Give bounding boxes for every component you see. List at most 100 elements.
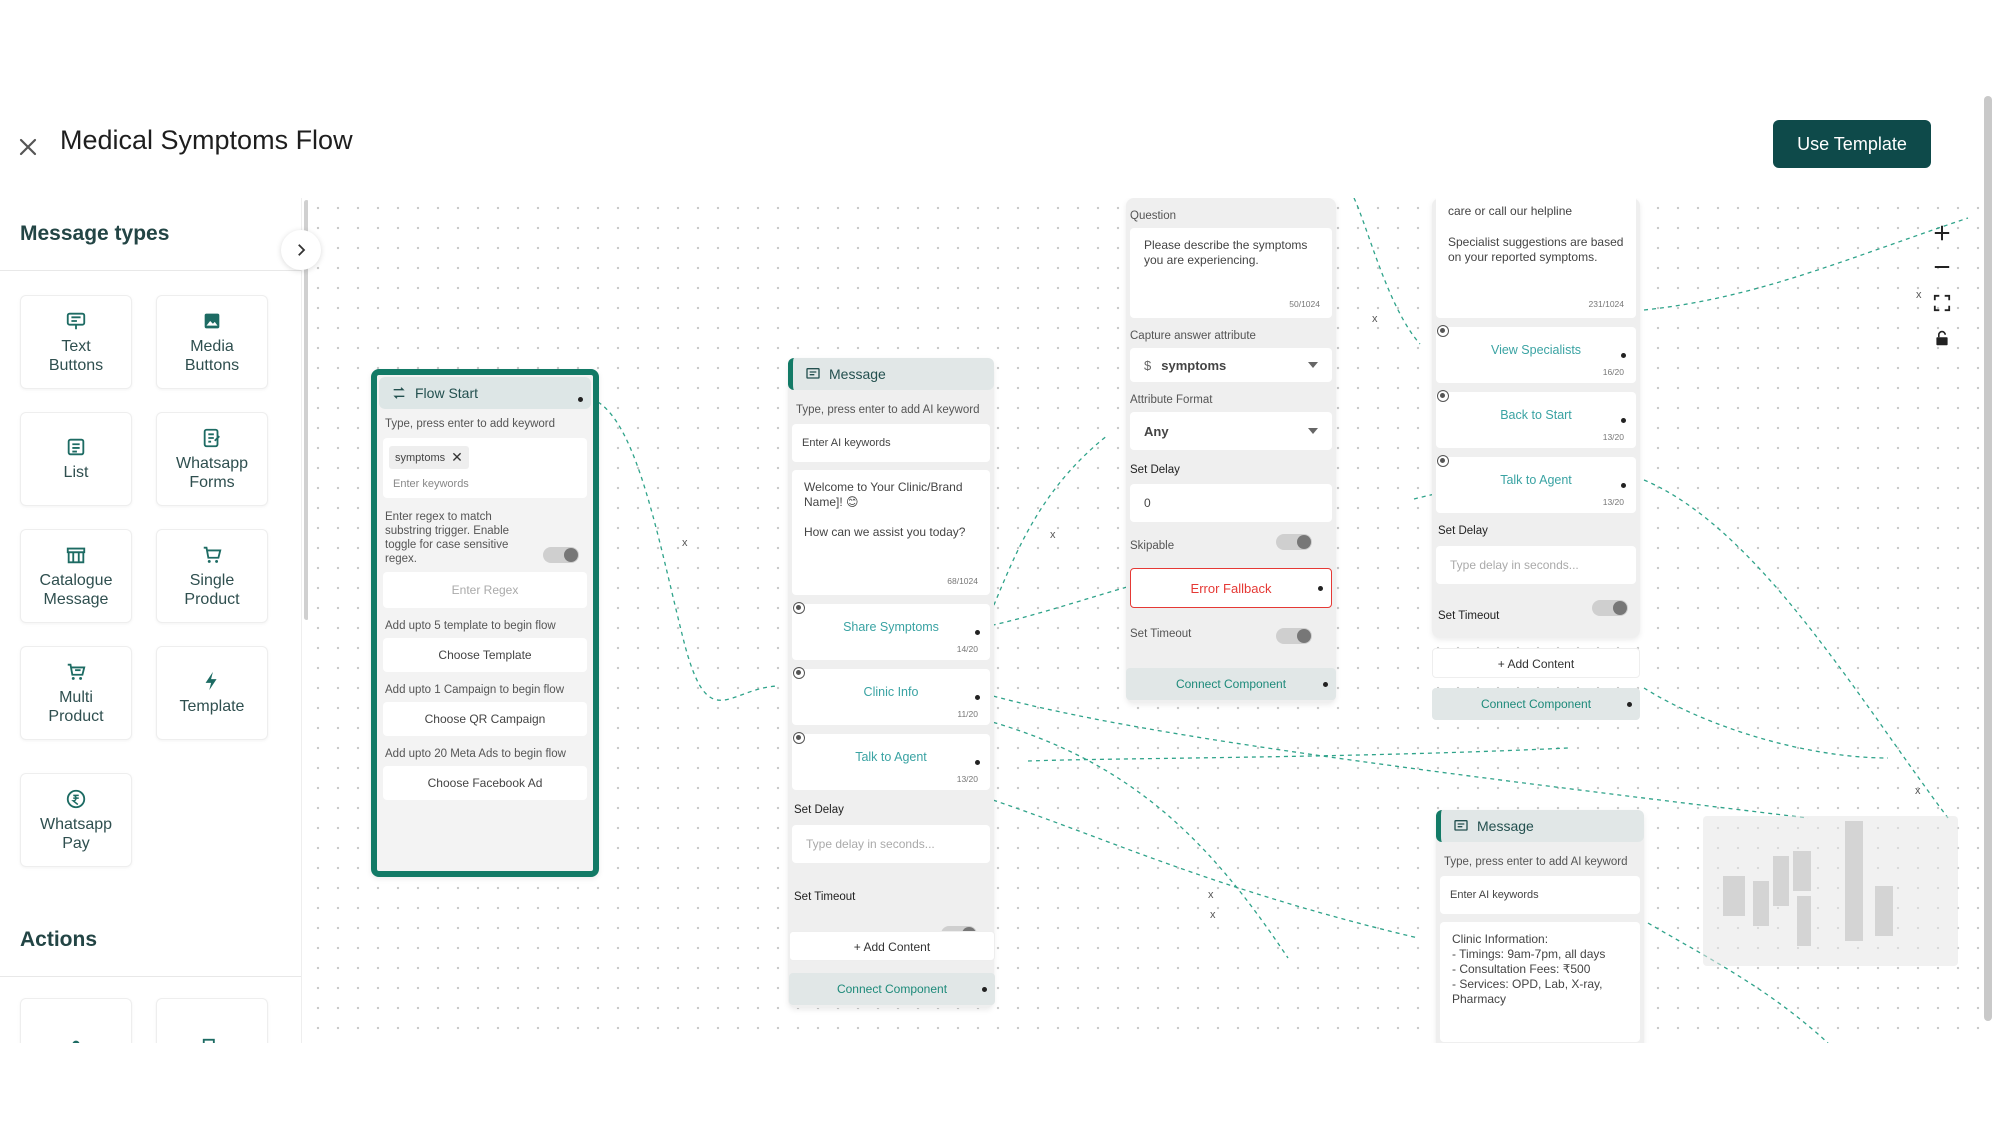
specialist-message-node[interactable]: care or call our helpline Specialist sug… [1432,198,1640,638]
tile-multi-product[interactable]: Multi Product [20,646,132,740]
keyword-box[interactable]: symptoms ✕ Enter keywords [383,438,587,498]
ai-keyword-input[interactable]: Enter AI keywords [1440,876,1640,914]
lightning-icon [205,671,217,691]
flow-icon [393,387,405,399]
button-back-to-start[interactable]: Back to Start 13/20 [1436,390,1636,448]
button-talk-to-agent[interactable]: Talk to Agent 13/20 [1436,455,1636,513]
tile-label: Text Buttons [48,337,104,374]
handle-dot[interactable] [1621,353,1626,358]
zoom-in-button[interactable] [1925,218,1959,248]
question-node[interactable]: Question Please describe the symptoms yo… [1126,198,1336,703]
tile-label: Whatsapp Pay [39,815,113,852]
case-sensitive-toggle[interactable] [543,547,579,563]
zoom-out-button[interactable] [1925,252,1959,282]
tile-catalogue-message[interactable]: Catalogue Message [20,529,132,623]
delay-input[interactable]: Type delay in seconds... [1436,546,1636,584]
tile-text-buttons[interactable]: Text Buttons [20,295,132,389]
capture-attribute-select[interactable]: $ symptoms [1130,348,1332,382]
text-buttons-icon [66,312,86,329]
handle-dot[interactable] [975,630,980,635]
connect-component-button[interactable]: Connect Component [1432,688,1640,720]
tile-media-buttons[interactable]: Media Buttons [156,295,268,389]
tile-list[interactable]: List [20,412,132,506]
lock-button[interactable] [1925,323,1959,353]
button-label: Back to Start [1500,408,1572,422]
collapse-sidebar-button[interactable] [281,230,321,270]
delay-input[interactable]: 0 [1130,484,1332,522]
handle-dot[interactable] [975,695,980,700]
handle-dot[interactable] [1621,483,1626,488]
connect-label: Connect Component [1480,697,1592,711]
timeout-toggle[interactable] [1276,628,1312,644]
handle-dot[interactable] [1318,586,1323,591]
connect-label: Connect Component [836,982,948,996]
tile-whatsapp-forms[interactable]: Whatsapp Forms [156,412,268,506]
close-icon[interactable] [16,135,40,159]
node-title: Flow Start [415,385,479,401]
message-text-box[interactable]: Clinic Information: - Timings: 9am-7pm, … [1440,922,1640,1042]
char-count: 231/1024 [1588,299,1624,309]
fit-view-button[interactable] [1925,288,1959,318]
button-talk-to-agent[interactable]: Talk to Agent 13/20 [792,732,990,790]
tile-whatsapp-pay[interactable]: Whatsapp Pay [20,773,132,867]
skipable-toggle[interactable] [1276,534,1312,550]
tile-action-document[interactable] [156,998,268,1043]
minus-icon [1934,266,1950,268]
question-label: Question [1130,210,1177,222]
message-text-box[interactable]: care or call our helpline Specialist sug… [1436,198,1636,318]
message-icon [806,368,820,379]
sidebar: Message types Text Buttons Media Buttons… [0,198,302,1043]
message-text-line: - Timings: 9am-7pm, all days [1452,947,1606,961]
button-handle-icon [793,667,805,679]
ai-keyword-input[interactable]: Enter AI keywords [792,424,990,462]
choose-qr-campaign-button[interactable]: Choose QR Campaign [383,702,587,736]
handle-dot[interactable] [975,760,980,765]
regex-input[interactable]: Enter Regex [383,572,587,608]
node-title: Message [829,366,886,382]
error-fallback-label: Error Fallback [1190,581,1272,596]
svg-text:x: x [682,537,688,549]
page-scrollbar[interactable] [1984,96,1992,1021]
button-share-symptoms[interactable]: Share Symptoms 14/20 [792,602,990,660]
flow-canvas[interactable]: xxxxxxx Flow Start Type, press enter to … [308,198,1980,1043]
delay-input[interactable]: Type delay in seconds... [792,825,990,863]
tile-template[interactable]: Template [156,646,268,740]
keyword-input[interactable]: Enter keywords [393,478,469,490]
add-content-button[interactable]: + Add Content [789,931,995,961]
divider [0,976,301,977]
set-delay-label: Set Delay [1130,464,1180,476]
message-text-line: How can we assist you today? [804,525,966,539]
question-text-box[interactable]: Please describe the symptoms you are exp… [1130,228,1332,318]
tile-single-product[interactable]: Single Product [156,529,268,623]
catalogue-icon [66,547,86,563]
attribute-format-select[interactable]: Any [1130,412,1332,450]
handle-dot[interactable] [1621,418,1626,423]
minimap[interactable] [1703,816,1958,966]
handle-dot[interactable] [578,397,583,402]
timeout-toggle[interactable] [1592,600,1628,616]
flow-start-node[interactable]: Flow Start Type, press enter to add keyw… [371,369,599,877]
button-handle-icon [1437,455,1449,467]
handle-dot[interactable] [982,987,987,992]
button-view-specialists[interactable]: View Specialists 16/20 [1436,325,1636,383]
choose-template-button[interactable]: Choose Template [383,638,587,672]
button-label: Talk to Agent [1500,473,1572,487]
message-node[interactable]: Message Type, press enter to add AI keyw… [788,358,994,1008]
caret-down-icon [1308,362,1318,368]
button-clinic-info[interactable]: Clinic Info 11/20 [792,667,990,725]
rupee-icon [66,789,86,808]
connect-component-button[interactable]: Connect Component [1126,668,1336,700]
list-icon [67,438,85,456]
message-node[interactable]: Message Type, press enter to add AI keyw… [1436,810,1644,1043]
tile-action-agent[interactable] [20,998,132,1043]
connect-component-button[interactable]: Connect Component [789,973,995,1005]
error-fallback-button[interactable]: Error Fallback [1130,568,1332,608]
choose-facebook-ad-button[interactable]: Choose Facebook Ad [383,766,587,800]
use-template-button[interactable]: Use Template [1773,120,1931,168]
message-text-box[interactable]: Welcome to Your Clinic/Brand Name]! 😊 Ho… [792,470,990,595]
handle-dot[interactable] [1323,682,1328,687]
remove-chip-icon[interactable]: ✕ [451,449,463,466]
add-content-button[interactable]: + Add Content [1432,648,1640,678]
handle-dot[interactable] [1627,702,1632,707]
node-header: Message [1436,810,1644,842]
